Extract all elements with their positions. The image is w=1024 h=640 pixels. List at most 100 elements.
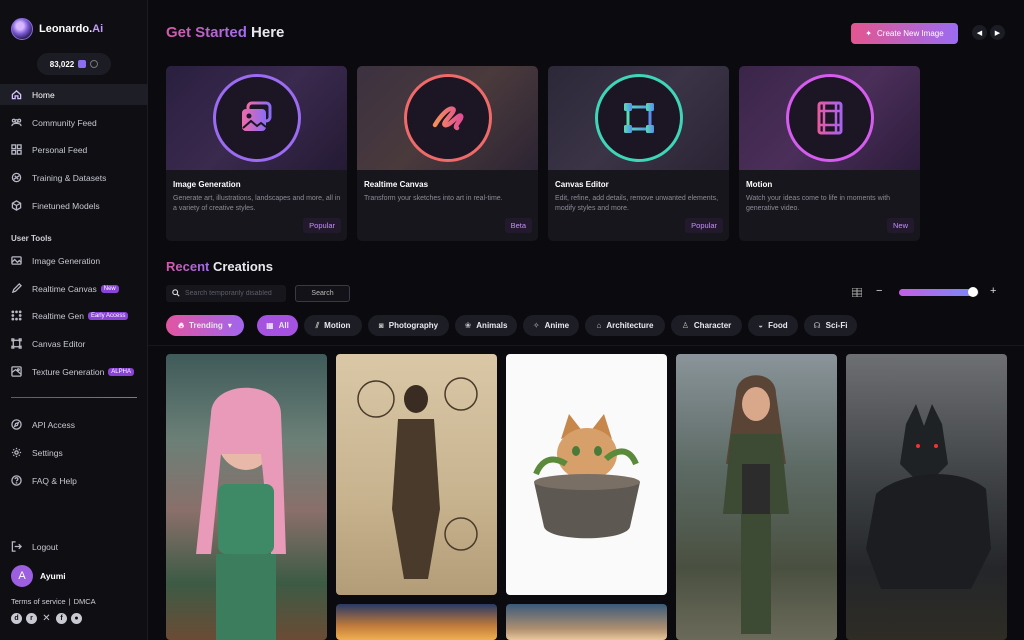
apple-icon[interactable]: ● <box>71 613 82 624</box>
sidebar-item-training[interactable]: Training & Datasets <box>0 167 148 188</box>
social-links: d r ✕ f ● <box>11 613 82 624</box>
logout-label: Logout <box>32 541 58 552</box>
warrior-woman-image[interactable] <box>676 354 837 640</box>
search-box <box>166 285 286 302</box>
create-new-image-button[interactable]: ✦ Create New Image <box>851 23 958 44</box>
search-input[interactable] <box>185 290 285 297</box>
kitten-in-pot-image[interactable] <box>506 354 667 595</box>
fire-icon: 🔥︎ <box>178 320 185 330</box>
elf-sorceress-illustration <box>196 387 286 640</box>
filter-anime[interactable]: ✧ Anime <box>523 315 579 336</box>
sidebar-divider <box>11 397 137 398</box>
card-tag: Popular <box>685 218 723 233</box>
card-description: Transform your sketches into art in real… <box>364 195 503 202</box>
toolbar-divider <box>148 345 1024 346</box>
info-icon[interactable] <box>90 60 99 68</box>
sidebar-item-community-feed[interactable]: Community Feed <box>0 112 148 133</box>
filter-label: Photography <box>388 321 439 330</box>
filter-label: Animals <box>476 321 508 330</box>
early-access-badge: Early Access <box>87 311 129 320</box>
token-icon <box>78 60 87 68</box>
card-title: Motion <box>746 180 773 189</box>
reddit-icon[interactable]: r <box>26 613 37 624</box>
training-icon <box>11 172 22 183</box>
x-icon[interactable]: ✕ <box>41 613 52 624</box>
zoom-in-button[interactable]: + <box>990 285 996 297</box>
sidebar-item-label: Personal Feed <box>32 144 88 155</box>
sparkle-icon: ✦ <box>865 29 872 38</box>
warrior-woman-illustration <box>723 375 789 634</box>
zoom-slider[interactable] <box>899 287 979 297</box>
logout-button[interactable]: Logout <box>0 536 148 557</box>
sketchbook-adventurer-illustration <box>357 377 478 579</box>
brand[interactable]: Leonardo.Ai <box>11 18 103 40</box>
dark-wolf-image[interactable] <box>846 354 1007 640</box>
sidebar-item-image-generation[interactable]: Image Generation <box>0 250 148 271</box>
canvas-icon <box>11 338 22 349</box>
avatar: A <box>11 565 33 587</box>
filter-motion[interactable]: ⫽ Motion <box>304 315 362 336</box>
card-description: Watch your ideas come to life in moments… <box>746 195 891 212</box>
filter-label: Motion <box>324 321 351 330</box>
legal-links: Terms of service | DMCA <box>11 597 96 606</box>
sidebar-item-personal-feed[interactable]: Personal Feed <box>0 139 148 160</box>
paw-icon: ❀ <box>464 321 472 330</box>
sidebar-item-finetuned-models[interactable]: Finetuned Models <box>0 195 148 216</box>
sidebar-item-label: Community Feed <box>32 117 97 128</box>
sidebar-item-realtime-gen[interactable]: Realtime Gen Early Access <box>0 305 148 326</box>
zoom-slider-thumb[interactable] <box>968 287 979 297</box>
sidebar-item-label: Realtime Canvas <box>32 283 97 294</box>
card-tag: Popular <box>303 218 341 233</box>
dmca-link[interactable]: DMCA <box>74 597 96 606</box>
carousel-prev-button[interactable]: ◀ <box>972 25 987 40</box>
sidebar-item-canvas-editor[interactable]: Canvas Editor <box>0 333 148 354</box>
filter-sci-fi[interactable]: ☊ Sci-Fi <box>804 315 857 336</box>
sidebar-item-api-access[interactable]: API Access <box>0 414 148 435</box>
terms-link[interactable]: Terms of service <box>11 597 66 606</box>
filter-all[interactable]: ▦ All <box>257 315 298 336</box>
alpha-badge: ALPHA <box>108 367 134 376</box>
sidebar-item-settings[interactable]: Settings <box>0 442 148 463</box>
carousel-next-button[interactable]: ▶ <box>990 25 1005 40</box>
chevron-down-icon: ▾ <box>227 321 232 330</box>
sidebar-item-realtime-canvas[interactable]: Realtime Canvas New <box>0 278 148 299</box>
filter-character[interactable]: ♙ Character <box>671 315 742 336</box>
crop-frame-icon <box>594 74 683 162</box>
user-profile[interactable]: A Ayumi <box>11 565 66 587</box>
new-badge: New <box>100 284 119 293</box>
feature-card-realtime-canvas[interactable]: Realtime Canvas Transform your sketches … <box>357 66 538 241</box>
filter-animals[interactable]: ❀ Animals <box>455 315 517 336</box>
sidebar-item-label: Training & Datasets <box>32 172 107 183</box>
sidebar-item-home[interactable]: Home <box>0 84 148 105</box>
brand-name: Leonardo.Ai <box>39 23 104 35</box>
layout-grid-icon[interactable] <box>851 287 863 299</box>
filter-trending[interactable]: 🔥︎ Trending ▾ <box>166 315 244 336</box>
sketchbook-adventurer-image[interactable] <box>336 354 497 595</box>
facebook-icon[interactable]: f <box>56 613 67 624</box>
credits-pill[interactable]: 83,022 <box>37 53 111 75</box>
filter-label: Anime <box>544 321 570 330</box>
zoom-out-button[interactable]: − <box>876 285 882 297</box>
sidebar-item-faq-help[interactable]: FAQ & Help <box>0 470 148 491</box>
community-icon <box>11 117 22 128</box>
texture-icon <box>11 366 22 377</box>
filter-label: Architecture <box>606 321 654 330</box>
filter-photography[interactable]: ◙ Photography <box>368 315 449 336</box>
film-icon <box>785 74 874 162</box>
sidebar-item-texture-generation[interactable]: Texture Generation ALPHA <box>0 361 148 382</box>
sidebar-item-label: Canvas Editor <box>32 338 86 349</box>
feature-card-image-generation[interactable]: Image Generation Generate art, illustrat… <box>166 66 347 241</box>
filter-food[interactable]: ◒ Food <box>748 315 798 336</box>
feature-card-canvas-editor[interactable]: Canvas Editor Edit, refine, add details,… <box>548 66 729 241</box>
sidebar-item-label: Settings <box>32 447 63 458</box>
blonde-portrait-image[interactable] <box>506 604 667 640</box>
elf-sorceress-image[interactable] <box>166 354 327 640</box>
search-button[interactable]: Search <box>295 285 350 302</box>
sparkle-icon: ✧ <box>532 321 540 330</box>
feature-card-motion[interactable]: Motion Watch your ideas come to life in … <box>739 66 920 241</box>
filter-architecture[interactable]: ⌂ Architecture <box>585 315 665 336</box>
alien-icon: ☊ <box>813 321 821 330</box>
discord-icon[interactable]: d <box>11 613 22 624</box>
brand-logo <box>11 18 33 40</box>
glowing-scene-image[interactable] <box>336 604 497 640</box>
